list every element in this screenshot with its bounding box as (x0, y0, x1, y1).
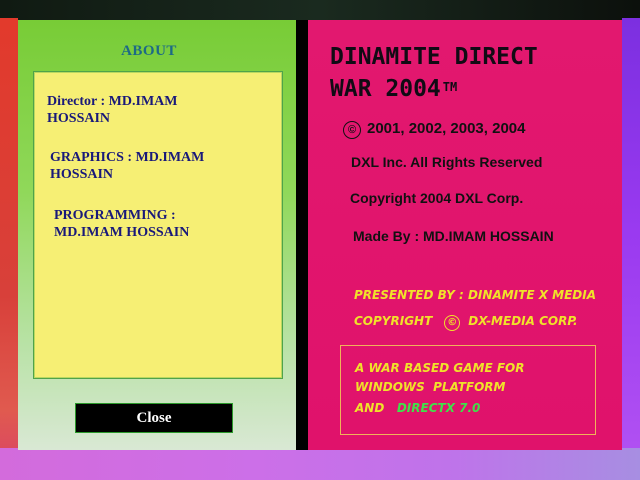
panel-divider (296, 20, 308, 450)
left-border (0, 18, 18, 480)
rights-text: DXL Inc. All Rights Reserved (351, 154, 543, 170)
top-border (0, 0, 640, 20)
director-credit-line1: Director : MD.IMAM (47, 94, 178, 109)
made-by-text: Made By : MD.IMAM HOSSAIN (353, 228, 554, 244)
graphics-credit-line2: HOSSAIN (50, 167, 114, 182)
close-button[interactable]: Close (75, 403, 233, 433)
description-and: AND (355, 401, 385, 415)
programming-credit-line1: PROGRAMMING : (54, 208, 176, 223)
directx-highlight: DIRECTX 7.0 (396, 401, 481, 415)
copyright-line: Copyright 2004 DXL Corp. (350, 190, 524, 206)
media-copyright-label: COPYRIGHT (354, 314, 433, 328)
graphics-credit-line1: GRAPHICS : MD.IMAM (50, 150, 205, 165)
right-border (622, 18, 640, 448)
presented-by-text: PRESENTED BY : DINAMITE X MEDIA (354, 288, 596, 302)
media-copyright: COPYRIGHT © DX-MEDIA CORP. (354, 314, 578, 331)
years-text: 2001, 2002, 2003, 2004 (367, 120, 526, 137)
director-credit-line2: HOSSAIN (47, 111, 111, 126)
graphics-credit: GRAPHICS : MD.IMAM HOSSAIN (50, 149, 270, 183)
programming-credit: PROGRAMMING : MD.IMAM HOSSAIN (54, 207, 274, 241)
game-title-line1: DINAMITE DIRECT (330, 44, 538, 70)
description-line3: AND DIRECTX 7.0 (355, 401, 480, 415)
copyright-years: © 2001, 2002, 2003, 2004 (343, 120, 525, 139)
game-title-line2-text: WAR 2004 (330, 76, 441, 102)
description-line1: A WAR BASED GAME FOR (355, 361, 525, 375)
description-line2: WINDOWS PLATFORM (355, 380, 506, 394)
game-title: DINAMITE DIRECT WAR 2004 TM (330, 41, 620, 105)
bottom-border (0, 448, 640, 480)
programming-credit-line2: MD.IMAM HOSSAIN (54, 225, 190, 240)
media-copyright-owner: DX-MEDIA CORP. (468, 314, 578, 328)
trademark-mark: TM (442, 80, 458, 94)
about-title: ABOUT (121, 43, 177, 59)
copyright-circle-icon: © (444, 315, 461, 331)
director-credit: Director : MD.IMAM HOSSAIN (47, 93, 267, 127)
copyright-icon: © (343, 121, 361, 139)
game-title-line2: WAR 2004 TM (330, 73, 620, 105)
